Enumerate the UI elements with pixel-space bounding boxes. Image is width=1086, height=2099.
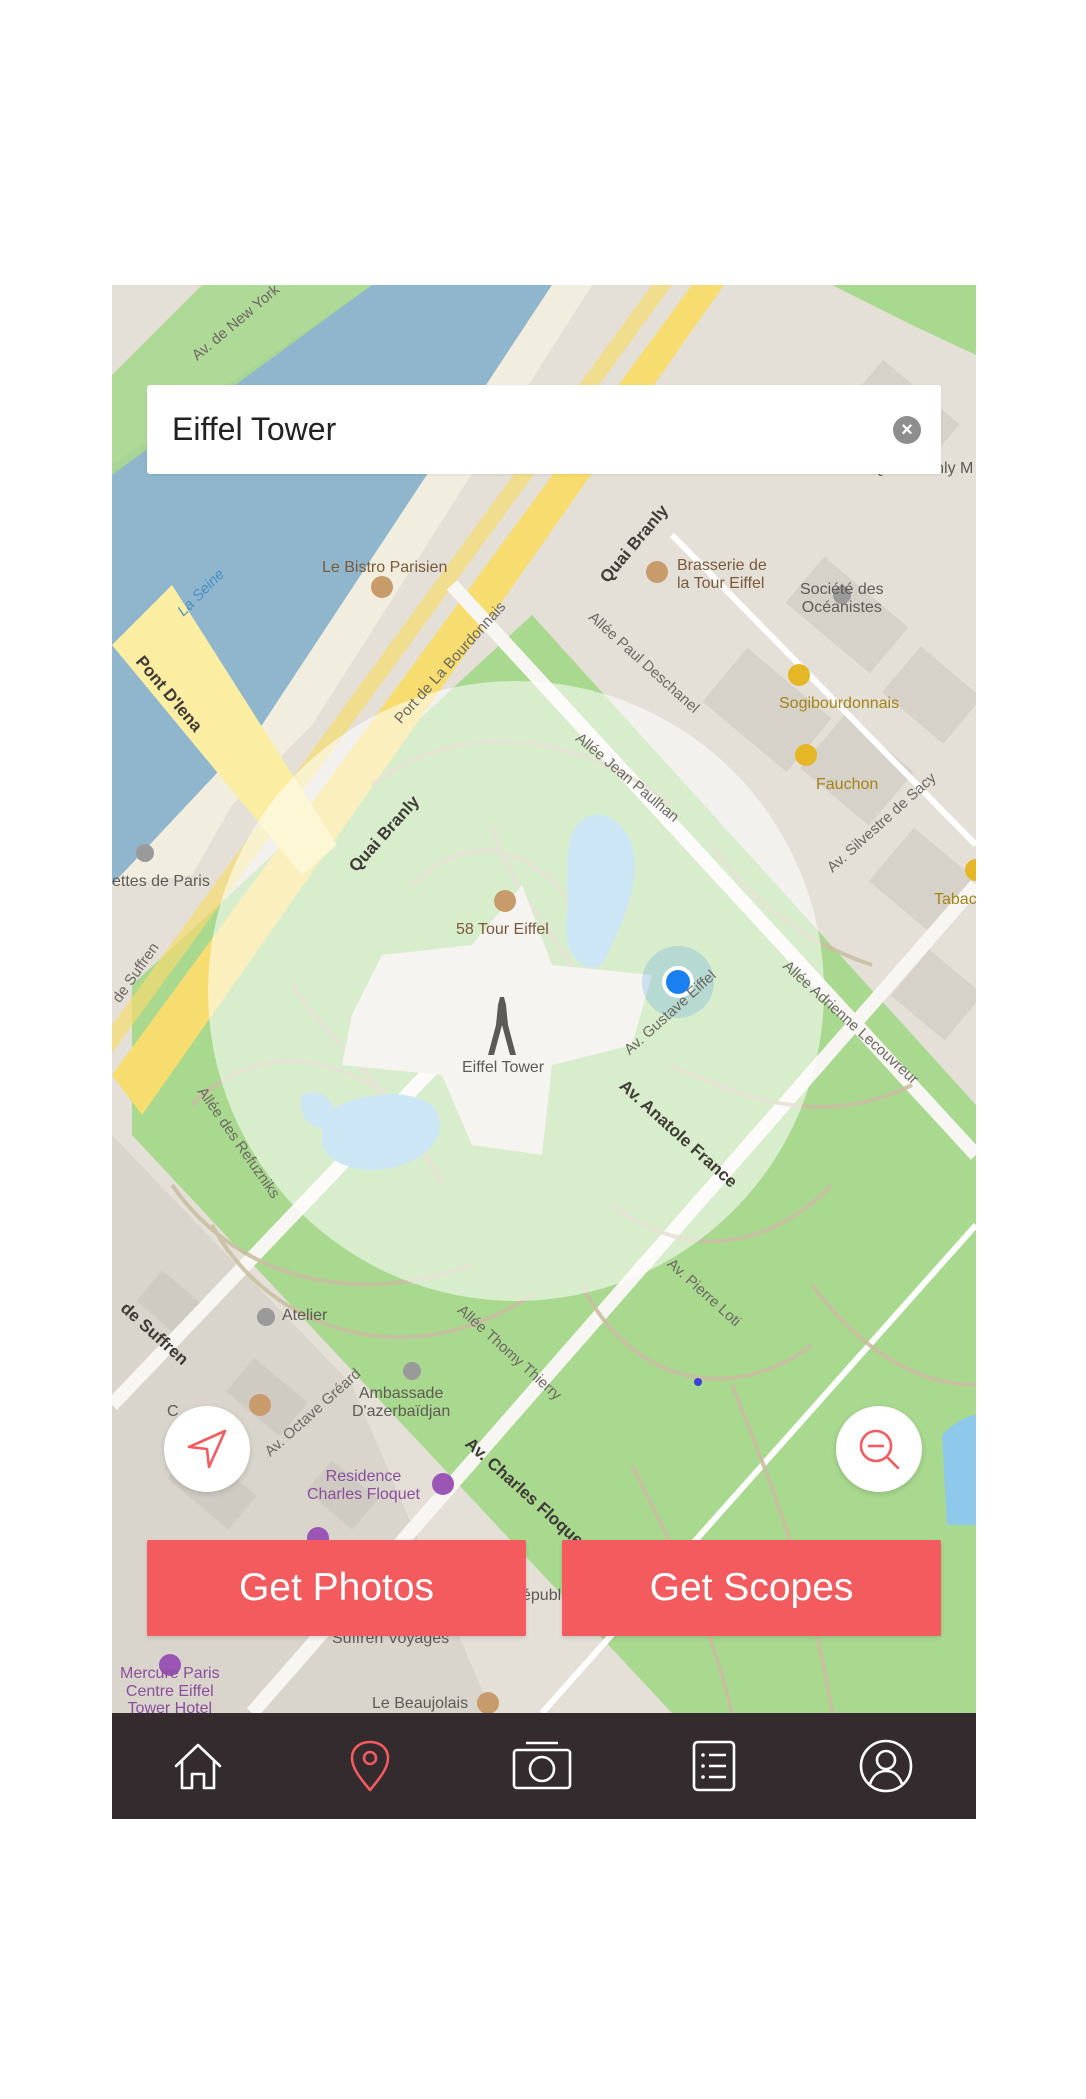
- map-label-societe-des-oceanistes: Société des Océanistes: [800, 581, 884, 616]
- locate-me-button[interactable]: [164, 1406, 250, 1492]
- map-pin-icon: [350, 1740, 390, 1792]
- profile-icon: [859, 1739, 913, 1793]
- close-icon: ×: [901, 419, 913, 441]
- clear-search-button[interactable]: ×: [893, 416, 921, 444]
- map-label-brasserie: Brasserie de la Tour Eiffel: [677, 557, 767, 592]
- zoom-out-button[interactable]: [836, 1406, 922, 1492]
- map-label-58-tour-eiffel: 58 Tour Eiffel: [456, 921, 549, 938]
- map-label-mercure: Mercure Paris Centre Eiffel Tower Hotel: [120, 1665, 220, 1713]
- list-icon: [692, 1740, 736, 1792]
- tab-bar: [112, 1713, 976, 1819]
- map-label-ambassade: Ambassade D'azerbaïdjan: [352, 1385, 451, 1420]
- map-label-le-bistro-parisien: Le Bistro Parisien: [322, 559, 448, 576]
- tab-home[interactable]: [112, 1713, 284, 1819]
- map-label-tabac: Tabac: [934, 891, 976, 908]
- map-label-ettes-de-paris: ettes de Paris: [112, 873, 210, 890]
- camera-icon: [512, 1741, 572, 1790]
- get-photos-button[interactable]: Get Photos: [147, 1540, 526, 1636]
- search-input[interactable]: [172, 385, 872, 474]
- home-icon: [174, 1743, 222, 1790]
- tab-camera[interactable]: [456, 1713, 628, 1819]
- map-view[interactable]: Av. de New York La Seine Pont D'Iena Le …: [112, 285, 976, 1713]
- map-label-le-beaujolais: Le Beaujolais: [372, 1695, 469, 1712]
- tab-map[interactable]: [284, 1713, 456, 1819]
- map-label-atelier: Atelier: [282, 1307, 328, 1324]
- navigation-arrow-icon: [187, 1429, 227, 1469]
- map-label-residence-charles-floquet: Residence Charles Floquet: [307, 1468, 420, 1503]
- zoom-out-icon: [859, 1429, 900, 1470]
- map-label-eiffel-tower: Eiffel Tower: [462, 1059, 545, 1076]
- search-bar: ×: [147, 385, 941, 474]
- app-screen: Av. de New York La Seine Pont D'Iena Le …: [112, 285, 976, 1819]
- tab-list[interactable]: [628, 1713, 800, 1819]
- tab-profile[interactable]: [800, 1713, 972, 1819]
- map-label-fauchon: Fauchon: [816, 776, 879, 793]
- map-label-sogibourdonnais: Sogibourdonnais: [779, 695, 900, 712]
- get-scopes-button[interactable]: Get Scopes: [562, 1540, 941, 1636]
